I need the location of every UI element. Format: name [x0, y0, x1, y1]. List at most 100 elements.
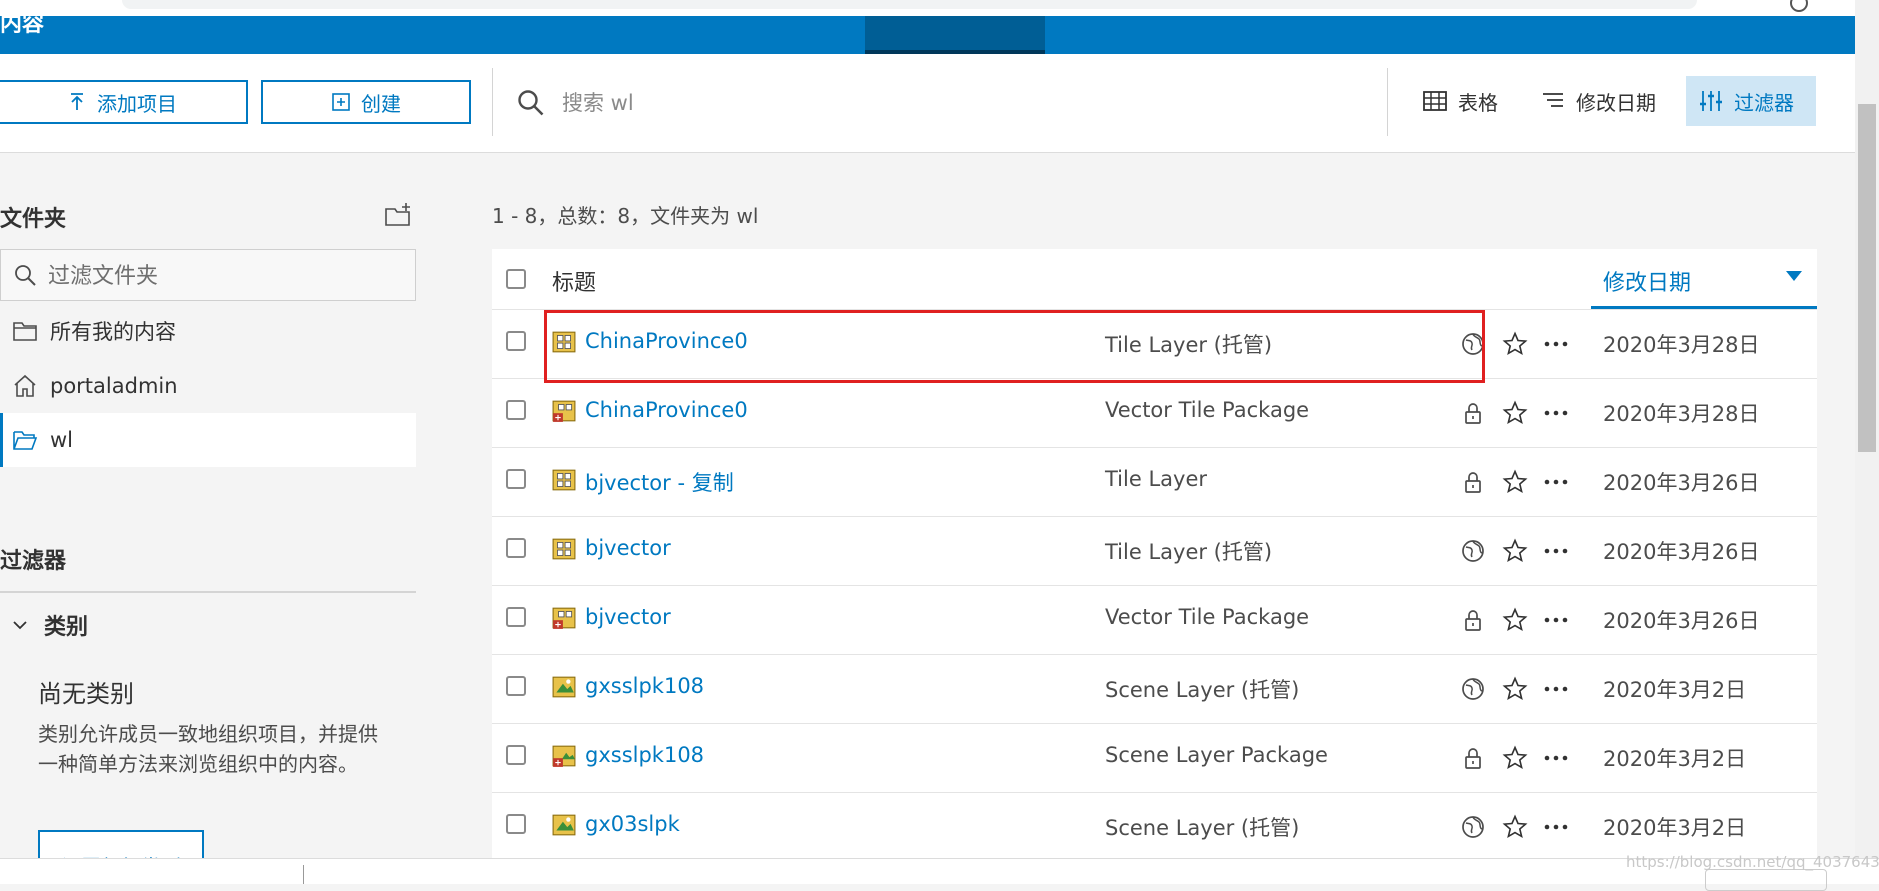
lock-icon[interactable]	[1460, 469, 1486, 495]
more-options-icon[interactable]	[1542, 331, 1570, 357]
address-bar[interactable]	[122, 0, 1697, 9]
search-icon	[518, 90, 544, 116]
lock-icon[interactable]	[1460, 607, 1486, 633]
item-modified-date: 2020年3月28日	[1603, 402, 1760, 426]
category-toggle[interactable]: 类别	[10, 605, 88, 645]
star-icon[interactable]	[1502, 400, 1528, 426]
table-view-button[interactable]: 表格	[1410, 76, 1510, 126]
item-title-link[interactable]: gxsslpk108	[585, 743, 704, 767]
more-options-icon[interactable]	[1542, 814, 1570, 840]
item-title-link[interactable]: bjvector	[585, 536, 671, 560]
filters-heading: 过滤器	[0, 549, 67, 574]
toolbar-divider	[1387, 68, 1388, 136]
more-options-icon[interactable]	[1542, 676, 1570, 702]
home-icon	[14, 374, 36, 397]
scene-package-icon	[552, 745, 576, 767]
new-folder-icon[interactable]	[384, 201, 412, 229]
folder-item-portaladmin[interactable]: portaladmin	[0, 359, 416, 413]
globe-icon[interactable]	[1460, 538, 1486, 564]
item-title-link[interactable]: ChinaProvince0	[585, 398, 748, 422]
star-icon[interactable]	[1502, 331, 1528, 357]
star-icon[interactable]	[1502, 676, 1528, 702]
tile-layer-icon	[552, 331, 576, 353]
no-categories-description: 类别允许成员一致地组织项目，并提供一种简单方法来浏览组织中的内容。	[38, 722, 378, 776]
table-row[interactable]: bjvector - 复制 Tile Layer 2020年3月26日	[492, 447, 1817, 517]
lock-icon[interactable]	[1460, 745, 1486, 771]
table-row[interactable]: gx03slpk Scene Layer (托管) 2020年3月2日	[492, 792, 1817, 862]
row-checkbox[interactable]	[506, 607, 526, 627]
star-icon[interactable]	[1502, 814, 1528, 840]
star-icon[interactable]	[1502, 538, 1528, 564]
more-options-icon[interactable]	[1542, 469, 1570, 495]
lock-icon[interactable]	[1460, 400, 1486, 426]
category-label: 类别	[44, 615, 89, 640]
search-icon	[15, 265, 36, 286]
item-modified-date: 2020年3月26日	[1603, 471, 1760, 495]
item-type: Vector Tile Package	[1105, 605, 1310, 629]
no-categories-title: 尚无类别	[38, 680, 134, 708]
folders-heading: 文件夹	[0, 207, 67, 232]
filter-button[interactable]: 过滤器	[1686, 76, 1816, 126]
folder-filter[interactable]	[0, 249, 416, 301]
star-icon[interactable]	[1502, 745, 1528, 771]
globe-icon[interactable]	[1460, 676, 1486, 702]
item-modified-date: 2020年3月2日	[1603, 747, 1747, 771]
row-checkbox[interactable]	[506, 331, 526, 351]
table-row[interactable]: ChinaProvince0 Vector Tile Package 2020年3月…	[492, 378, 1817, 448]
table-row[interactable]: bjvector Tile Layer (托管) 2020年3月26日	[492, 516, 1817, 586]
item-title-link[interactable]: gx03slpk	[585, 812, 680, 836]
more-options-icon[interactable]	[1542, 538, 1570, 564]
table-header: 标题 修改日期	[492, 249, 1817, 310]
banner-title: 内容	[0, 12, 45, 37]
row-checkbox[interactable]	[506, 400, 526, 420]
item-title-link[interactable]: bjvector - 复制	[585, 467, 734, 497]
table-row[interactable]: ChinaProvince0 Tile Layer (托管) 2020年3月28日	[492, 309, 1817, 379]
upload-icon	[71, 93, 83, 110]
nav-tab-active[interactable]	[865, 16, 1045, 54]
folder-item-label: portaladmin	[50, 374, 178, 398]
account-icon[interactable]	[1790, 0, 1808, 12]
toolbar-divider	[492, 68, 493, 136]
item-title-link[interactable]: gxsslpk108	[585, 674, 704, 698]
scene-layer-icon	[552, 676, 576, 698]
create-button[interactable]: 创建	[261, 80, 471, 124]
chevron-down-icon	[13, 621, 27, 630]
item-type: Scene Layer Package	[1105, 743, 1328, 767]
table-row[interactable]: bjvector Vector Tile Package 2020年3月26日	[492, 585, 1817, 655]
star-icon[interactable]	[1502, 469, 1528, 495]
table-row[interactable]: gxsslpk108 Scene Layer Package 2020年3月2日	[492, 723, 1817, 793]
row-checkbox[interactable]	[506, 745, 526, 765]
globe-icon[interactable]	[1460, 814, 1486, 840]
select-all-checkbox[interactable]	[506, 269, 526, 289]
folder-icon	[13, 322, 37, 341]
vector-tile-package-icon	[552, 607, 576, 629]
table-view-label: 表格	[1458, 90, 1498, 115]
item-modified-date: 2020年3月26日	[1603, 609, 1760, 633]
star-icon[interactable]	[1502, 607, 1528, 633]
folder-item-wl[interactable]: wl	[0, 413, 416, 467]
more-options-icon[interactable]	[1542, 400, 1570, 426]
row-checkbox[interactable]	[506, 538, 526, 558]
search-input[interactable]	[560, 82, 1364, 124]
row-checkbox[interactable]	[506, 469, 526, 489]
folder-item-all-content[interactable]: 所有我的内容	[0, 304, 416, 358]
header-banner: 内容	[0, 12, 1855, 54]
table-icon	[1423, 91, 1447, 111]
sort-button[interactable]: 修改日期	[1528, 76, 1668, 126]
item-title-link[interactable]: bjvector	[585, 605, 671, 629]
item-type: Tile Layer	[1105, 467, 1207, 491]
table-row[interactable]: gxsslpk108 Scene Layer (托管) 2020年3月2日	[492, 654, 1817, 724]
item-type: Scene Layer (托管)	[1105, 678, 1300, 702]
column-header-modified[interactable]: 修改日期	[1591, 249, 1817, 309]
item-title-link[interactable]: ChinaProvince0	[585, 329, 748, 353]
folder-filter-input[interactable]	[46, 258, 410, 294]
add-item-button[interactable]: 添加项目	[0, 80, 248, 124]
column-header-title[interactable]: 标题	[552, 265, 596, 297]
tile-layer-icon	[552, 538, 576, 560]
globe-icon[interactable]	[1460, 331, 1486, 357]
more-options-icon[interactable]	[1542, 607, 1570, 633]
row-checkbox[interactable]	[506, 814, 526, 834]
more-options-icon[interactable]	[1542, 745, 1570, 771]
scrollbar-thumb[interactable]	[1858, 104, 1876, 452]
row-checkbox[interactable]	[506, 676, 526, 696]
